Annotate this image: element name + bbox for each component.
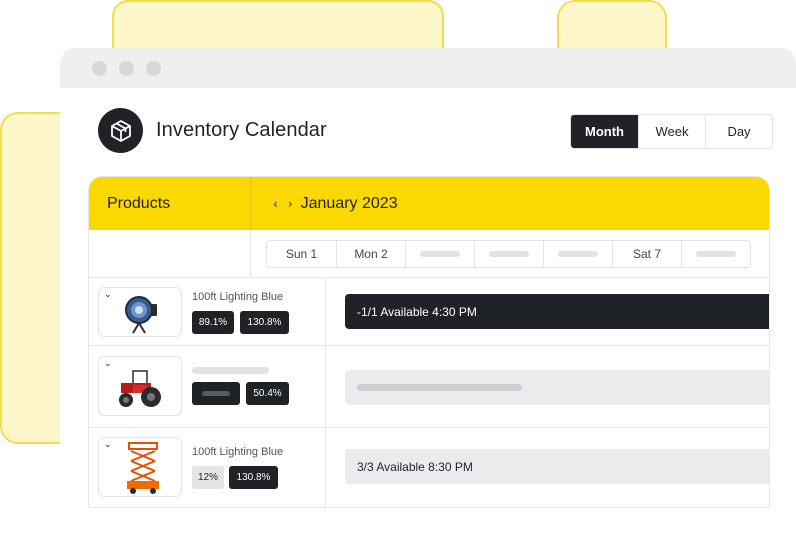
product-thumbnail[interactable]: ⌄	[98, 437, 182, 497]
chevron-down-icon[interactable]: ⌄	[104, 290, 112, 300]
app-window: Inventory Calendar Month Week Day Produc…	[60, 48, 796, 556]
view-day-button[interactable]: Day	[705, 115, 772, 148]
utilization-badge: 130.8%	[229, 466, 278, 489]
day-cell-placeholder[interactable]	[681, 241, 750, 267]
chevron-left-icon[interactable]: ‹	[271, 197, 280, 211]
month-navigator: ‹ › January 2023	[251, 177, 398, 230]
chevron-right-icon[interactable]: ›	[286, 197, 295, 211]
product-row: ⌄ 50.4%	[89, 346, 769, 428]
product-name-placeholder	[192, 367, 269, 374]
spotlight-icon	[125, 296, 157, 334]
window-dot-minimize[interactable]	[119, 60, 134, 76]
chevron-down-icon[interactable]: ⌄	[104, 359, 112, 369]
product-row: ⌄ 100ft Lighting Blue 12% 130.8% 3/3 Ava…	[89, 428, 769, 507]
window-dot-maximize[interactable]	[146, 60, 161, 76]
product-name: 100ft Lighting Blue	[192, 446, 284, 458]
utilization-badge: 89.1%	[192, 311, 234, 334]
products-column-header: Products	[89, 177, 251, 230]
days-row: Sun 1 Mon 2 Sat 7	[89, 230, 769, 278]
day-cell[interactable]: Sun 1	[267, 241, 336, 267]
app-header: Inventory Calendar	[98, 108, 327, 153]
calendar-grid: Products ‹ › January 2023 Sun 1 Mon 2 Sa…	[88, 176, 770, 508]
utilization-badge: 12%	[192, 466, 224, 489]
availability-event[interactable]: -1/1 Available 4:30 PM	[345, 294, 769, 329]
day-cell-placeholder[interactable]	[474, 241, 543, 267]
day-selector: Sun 1 Mon 2 Sat 7	[266, 240, 751, 268]
scissor-lift-icon	[127, 442, 159, 494]
days-row-spacer	[89, 230, 251, 278]
view-week-button[interactable]: Week	[638, 115, 705, 148]
utilization-badge: 50.4%	[246, 382, 289, 405]
utilization-badge: 130.8%	[240, 311, 289, 334]
tractor-icon	[119, 370, 161, 407]
day-cell-placeholder[interactable]	[543, 241, 612, 267]
utilization-badge-placeholder	[192, 382, 240, 405]
product-cell: ⌄ 50.4%	[89, 346, 326, 427]
availability-event[interactable]: 3/3 Available 8:30 PM	[345, 449, 769, 484]
day-cell-placeholder[interactable]	[405, 241, 474, 267]
product-thumbnail[interactable]: ⌄	[98, 287, 182, 337]
product-thumbnail[interactable]: ⌄	[98, 356, 182, 416]
product-cell: ⌄ 100ft Lighting Blue 89.1% 130.8%	[89, 278, 326, 345]
product-row: ⌄ 100ft Lighting Blue 89.1% 130.8% -1/1 …	[89, 278, 769, 346]
window-dot-close[interactable]	[92, 60, 107, 76]
availability-event-placeholder[interactable]	[345, 370, 769, 405]
product-cell: ⌄ 100ft Lighting Blue 12% 130.8%	[89, 428, 326, 507]
view-toggle: Month Week Day	[570, 114, 773, 149]
day-cell[interactable]: Sat 7	[612, 241, 681, 267]
page-title: Inventory Calendar	[156, 119, 327, 141]
view-month-button[interactable]: Month	[571, 115, 638, 148]
product-name: 100ft Lighting Blue	[192, 291, 284, 303]
month-label: January 2023	[300, 194, 398, 212]
calendar-header: Products ‹ › January 2023	[89, 177, 769, 230]
window-titlebar	[60, 48, 796, 88]
box-icon	[98, 108, 143, 153]
day-cell[interactable]: Mon 2	[336, 241, 405, 267]
chevron-down-icon[interactable]: ⌄	[104, 440, 112, 450]
